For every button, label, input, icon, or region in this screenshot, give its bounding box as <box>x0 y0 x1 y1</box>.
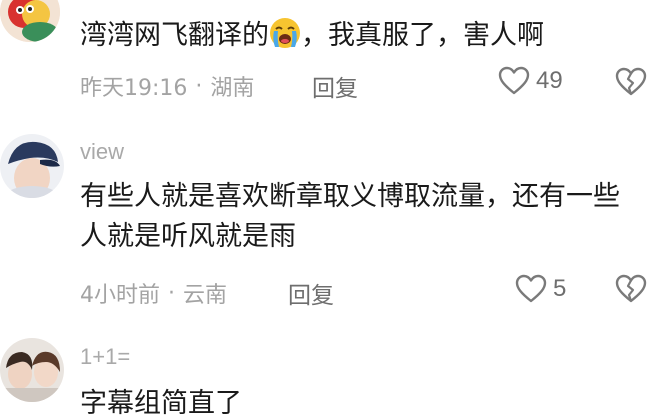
avatar-image <box>0 0 60 42</box>
comment-time: 昨天19:16 <box>80 76 188 101</box>
like-count: 49 <box>536 67 563 94</box>
reply-button[interactable]: 回复 <box>288 276 334 310</box>
broken-heart-icon <box>615 274 647 303</box>
meta-separator: · <box>195 73 203 99</box>
dislike-button[interactable] <box>615 67 647 101</box>
comment-content: 有些人就是喜欢断章取义博取流量，还有一些人就是听风就是雨 <box>80 181 620 252</box>
like-button[interactable]: 5 <box>515 274 566 304</box>
comment-text: ，我真服了，害人啊 <box>301 20 544 51</box>
avatar-image <box>0 134 64 198</box>
like-button[interactable]: 49 <box>498 66 563 96</box>
heart-outline-icon <box>515 274 547 303</box>
meta-separator: · <box>168 280 175 306</box>
comment-list: 湾湾网飞翻译的 ，我真服了，害人啊 昨天19:16 · 湖南 回复 49 vie… <box>0 0 660 417</box>
dislike-button[interactable] <box>615 274 647 308</box>
comment-location: 湖南 <box>210 76 255 101</box>
comment-time: 4小时前 <box>80 283 160 308</box>
avatar-image <box>0 338 64 402</box>
avatar[interactable] <box>0 338 64 402</box>
avatar[interactable] <box>0 0 60 42</box>
comment-location: 云南 <box>183 283 228 308</box>
comment-text: 湾湾网飞翻译的 <box>80 20 269 51</box>
broken-heart-icon <box>615 67 647 96</box>
comment-meta: 昨天19:16 · 湖南 <box>80 70 254 102</box>
like-count: 5 <box>553 275 567 302</box>
username[interactable]: 1+1= <box>80 344 130 370</box>
comment-content: 字幕组简直了 <box>80 388 242 417</box>
heart-outline-icon <box>498 66 530 95</box>
avatar[interactable] <box>0 134 64 198</box>
comment-content: 湾湾网飞翻译的 ，我真服了，害人啊 <box>80 16 640 56</box>
loudly-crying-face-icon <box>270 18 300 48</box>
username[interactable]: view <box>80 139 124 165</box>
reply-button[interactable]: 回复 <box>312 69 358 103</box>
comment-meta: 4小时前 · 云南 <box>80 277 227 309</box>
